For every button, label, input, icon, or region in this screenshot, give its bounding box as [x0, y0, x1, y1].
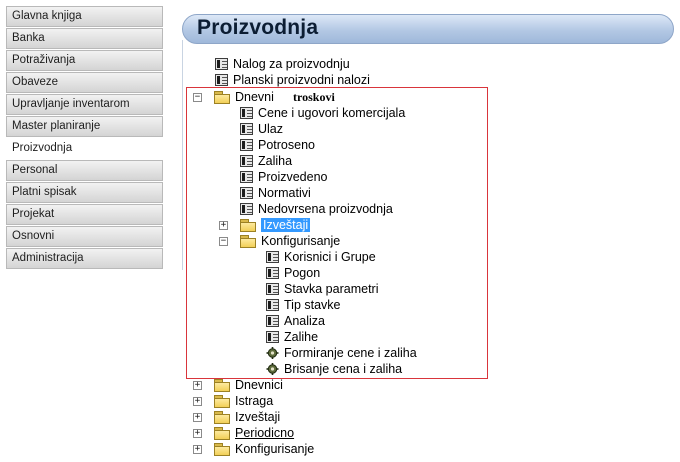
tree-folder-label: Dnevnici [235, 378, 283, 392]
nav-item-osnovni[interactable]: Osnovni [6, 226, 163, 247]
folder-icon [214, 411, 230, 424]
highlight-box [186, 87, 488, 379]
expand-izvestaji-bottom-toggle[interactable]: + [193, 413, 202, 422]
form-icon [215, 74, 228, 86]
nav-item-personal[interactable]: Personal [6, 160, 163, 181]
nav-item-platni-spisak[interactable]: Platni spisak [6, 182, 163, 203]
folder-icon [214, 395, 230, 408]
tree-folder-istraga[interactable]: Istraga [214, 393, 273, 409]
nav-item-banka[interactable]: Banka [6, 28, 163, 49]
page-title: Proizvodnja [197, 16, 319, 39]
expand-konfigurisanje-bottom-toggle[interactable]: + [193, 445, 202, 454]
annotation-text: troskovi [293, 90, 335, 104]
nav-item-administracija[interactable]: Administracija [6, 248, 163, 269]
nav-item-obaveze[interactable]: Obaveze [6, 72, 163, 93]
folder-icon [214, 379, 230, 392]
tree-item-label: Nalog za proizvodnju [233, 57, 350, 71]
tree-folder-label: Periodicno [235, 426, 295, 440]
nav-item-potrazivanja[interactable]: Potraživanja [6, 50, 163, 71]
expand-periodicno-toggle[interactable]: + [193, 429, 202, 438]
folder-icon [214, 427, 230, 440]
tree-folder-dnevnici[interactable]: Dnevnici [214, 377, 283, 393]
nav-item-proizvodnja[interactable]: Proizvodnja [6, 138, 163, 159]
tree-item-nalog[interactable]: Nalog za proizvodnju [215, 56, 350, 72]
tree-folder-konfigurisanje-bottom[interactable]: Konfigurisanje [214, 441, 314, 457]
tree-folder-label: Konfigurisanje [235, 442, 315, 456]
nav-item-glavna-knjiga[interactable]: Glavna knjiga [6, 6, 163, 27]
expand-dnevnici-toggle[interactable]: + [193, 381, 202, 390]
tree-folder-label: Istraga [235, 394, 274, 408]
form-icon [215, 58, 228, 70]
tree-item-planski[interactable]: Planski proizvodni nalozi [215, 72, 370, 88]
folder-icon [214, 443, 230, 456]
module-header: Proizvodnja [182, 14, 674, 44]
module-navigation: Glavna knjiga Banka Potraživanja Obaveze… [6, 6, 163, 270]
tree-folder-izvestaji[interactable]: Izveštaji [214, 409, 280, 425]
nav-item-upravljanje-inventarom[interactable]: Upravljanje inventarom [6, 94, 163, 115]
tree-folder-label: Izveštaji [235, 410, 281, 424]
nav-item-master-planiranje[interactable]: Master planiranje [6, 116, 163, 137]
tree-folder-periodicno[interactable]: Periodicno [214, 425, 294, 441]
tree-item-label: Planski proizvodni nalozi [233, 73, 370, 87]
nav-item-projekat[interactable]: Projekat [6, 204, 163, 225]
expand-istraga-toggle[interactable]: + [193, 397, 202, 406]
